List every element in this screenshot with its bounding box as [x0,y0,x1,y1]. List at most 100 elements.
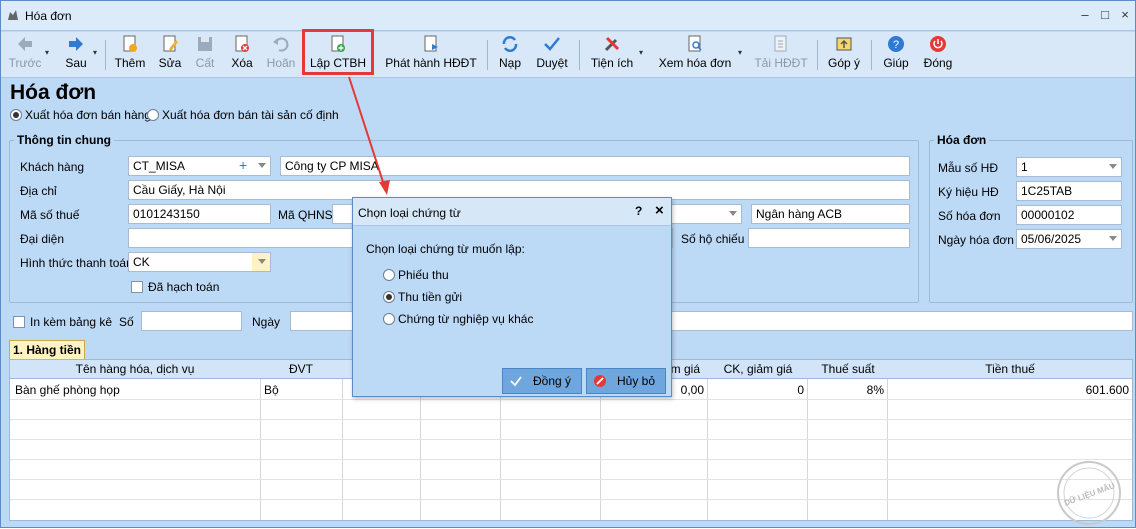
invoice-number-label: Số hóa đơn [938,209,1001,223]
help-button[interactable]: ? Giúp [877,34,915,76]
issue-einvoice-label: Phát hành HĐĐT [385,56,477,70]
edit-button[interactable]: Sửa [153,34,187,76]
view-invoice-dropdown-icon[interactable]: ▾ [738,48,742,57]
cancel-label: Hủy bỏ [617,374,656,388]
payment-method-combo[interactable]: CK [128,252,271,272]
option-other-voucher[interactable]: Chứng từ nghiệp vụ khác [383,312,533,326]
radio-dot [383,269,395,281]
customer-code-combo[interactable]: CT_MISA + [128,156,271,176]
delete-label: Xóa [231,56,253,70]
download-document-icon [774,35,787,52]
chevron-down-icon [729,211,737,216]
bank-field[interactable]: Ngân hàng ACB [751,204,910,224]
option-receipt[interactable]: Phiếu thu [383,268,449,282]
attach-number-field[interactable] [141,311,242,331]
reload-label: Nạp [498,56,521,70]
svg-text:?: ? [893,39,899,51]
invoice-info-legend: Hóa đơn [937,133,987,147]
minimize-button[interactable]: – [1077,7,1093,23]
next-label: Sau [65,56,87,70]
toolbar-separator [105,40,106,70]
feedback-icon [836,37,852,51]
view-document-icon [688,35,702,52]
add-button[interactable]: Thêm [111,34,149,76]
cell-tax-rate[interactable]: 8% [808,383,884,397]
power-icon [930,36,946,52]
template-value: 1 [1021,160,1028,174]
cell-tax-amount[interactable]: 601.600 [888,383,1129,397]
dialog-help-icon[interactable]: ? [635,204,642,218]
tax-code-field[interactable]: 0101243150 [128,204,271,224]
reload-button[interactable]: Nạp [493,34,527,76]
prev-dropdown-icon[interactable]: ▾ [45,48,49,57]
utilities-label: Tiện ích [590,56,634,70]
undo-button[interactable]: Hoãn [263,34,299,76]
attach-list-checkbox[interactable] [13,316,25,328]
cell-discount[interactable]: 0 [708,383,804,397]
issue-einvoice-button[interactable]: Phát hành HĐĐT [383,34,479,76]
utilities-dropdown-icon[interactable]: ▾ [639,48,643,57]
column-header-discount[interactable]: CK, giảm giá [708,362,808,376]
column-header-item[interactable]: Tên hàng hóa, dịch vụ [10,362,260,376]
grid-line [10,439,1132,440]
invoice-date-label: Ngày hóa đơn [938,233,1014,247]
issue-einvoice-icon [424,35,438,52]
cell-item[interactable]: Bàn ghế phòng họp [15,383,120,397]
approve-button[interactable]: Duyệt [531,34,573,76]
maximize-button[interactable]: □ [1097,7,1113,23]
radio-sales-invoice[interactable]: Xuất hóa đơn bán hàng [10,108,151,122]
ok-button[interactable]: Đồng ý [502,368,582,394]
posted-checkbox[interactable] [131,281,143,293]
column-header-unit[interactable]: ĐVT [260,362,342,376]
save-button[interactable]: Cất [189,34,221,76]
invoice-date-value: 05/06/2025 [1021,232,1082,246]
feedback-button[interactable]: Góp ý [823,34,865,76]
chevron-down-icon [1109,164,1117,169]
close-button[interactable]: Đóng [919,34,957,76]
close-window-button[interactable]: × [1117,7,1133,23]
radio-asset-invoice[interactable]: Xuất hóa đơn bán tài sản cố định [147,108,339,122]
utilities-button[interactable]: Tiện ích [585,34,639,76]
watermark-text: DỮ LIỆU MẪU [1063,481,1116,508]
tab-goods-amount[interactable]: 1. Hàng tiền [9,340,85,360]
save-label: Cất [195,56,215,70]
template-combo[interactable]: 1 [1016,157,1122,177]
radio-sales-label: Xuất hóa đơn bán hàng [25,108,151,122]
highlight-box [302,29,374,75]
column-header-tax-amount[interactable]: Tiền thuế [888,362,1132,376]
download-einvoice-button[interactable]: Tải HĐĐT [753,34,809,76]
symbol-field[interactable]: 1C25TAB [1016,181,1122,201]
delete-document-icon [235,35,249,52]
view-invoice-label: Xem hóa đơn [658,56,732,70]
next-button[interactable]: Sau [59,34,93,76]
customer-label: Khách hàng [20,160,85,174]
toolbar-separator [487,40,488,70]
app-icon [8,10,18,20]
toolbar-separator [871,40,872,70]
cancel-icon [594,375,606,387]
undo-icon [273,37,289,52]
cell-unit[interactable]: Bộ [264,383,279,397]
option-bank-deposit[interactable]: Thu tiền gửi [383,290,462,304]
grid-line [10,459,1132,460]
symbol-label: Ký hiệu HĐ [938,185,999,199]
dialog-close-icon[interactable]: × [655,202,664,219]
prev-button[interactable]: Trước [7,34,43,76]
general-info-legend: Thông tin chung [17,133,111,147]
view-invoice-button[interactable]: Xem hóa đơn [655,34,735,76]
check-icon [510,376,522,387]
help-icon: ? [888,36,904,52]
dialog-title: Chọn loại chứng từ [358,206,461,220]
invoice-date-picker[interactable]: 05/06/2025 [1016,229,1122,249]
customer-name-field[interactable]: Công ty CP MISA [280,156,910,176]
add-label: Thêm [114,56,146,70]
invoice-number-field[interactable]: 00000102 [1016,205,1122,225]
next-dropdown-icon[interactable]: ▾ [93,48,97,57]
cancel-button[interactable]: Hủy bỏ [586,368,666,394]
passport-field[interactable] [748,228,910,248]
add-customer-icon[interactable]: + [239,157,247,174]
column-header-tax-rate[interactable]: Thuế suất [808,362,888,376]
invoice-window: Hóa đơn – □ × Trước ▾ Sau ▾ Thêm Sửa Cất [0,0,1136,528]
save-disk-icon [198,37,212,51]
delete-button[interactable]: Xóa [225,34,259,76]
